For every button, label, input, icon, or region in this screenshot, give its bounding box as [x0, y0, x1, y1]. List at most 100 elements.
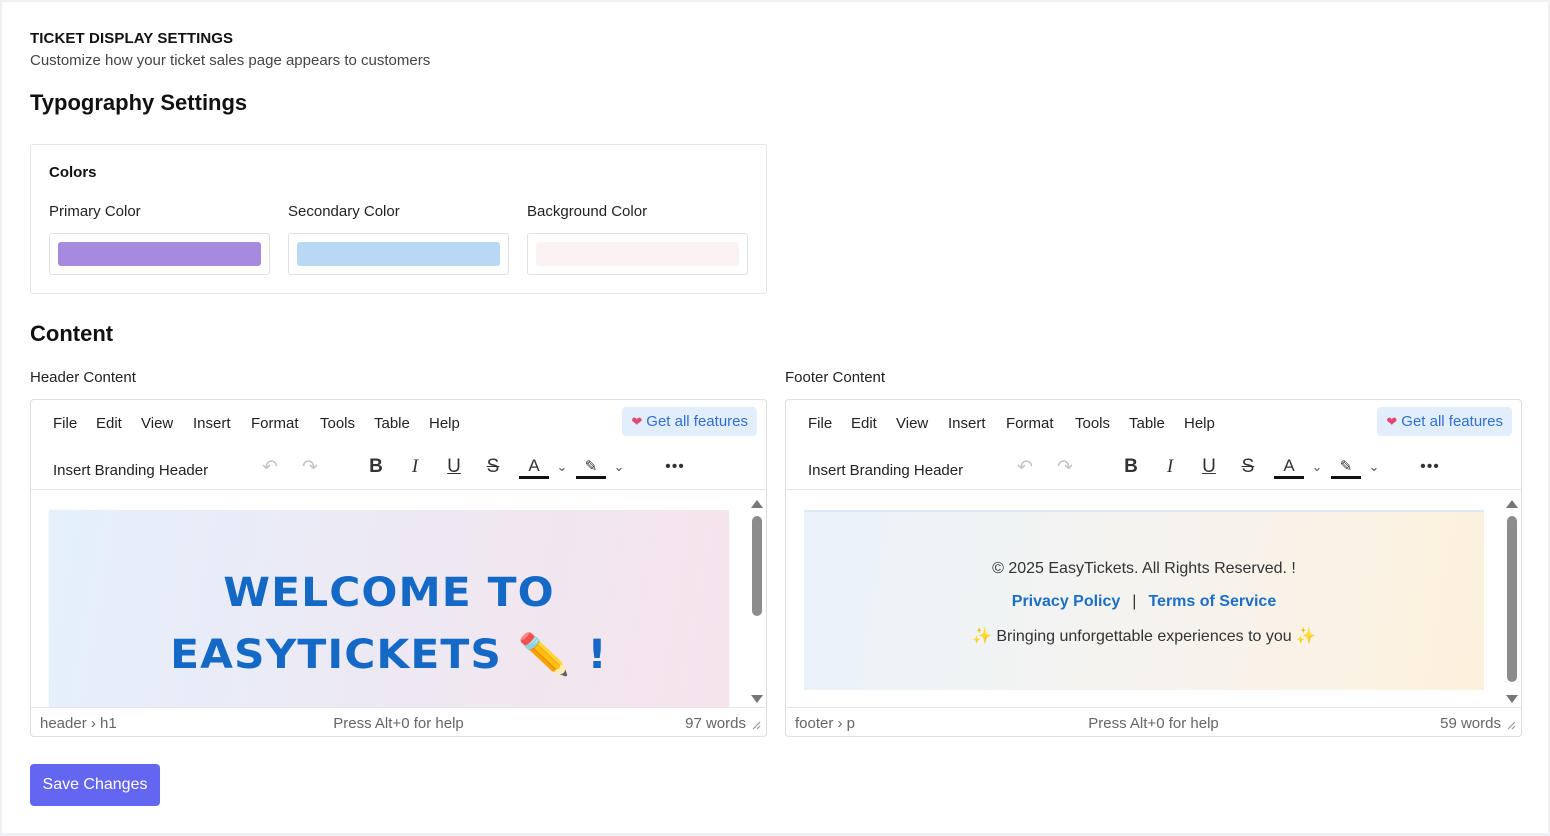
- menu-file[interactable]: File: [808, 415, 832, 432]
- background-color-label: Background Color: [527, 203, 648, 220]
- background-color-swatch: [536, 242, 739, 266]
- secondary-color-label: Secondary Color: [288, 203, 400, 220]
- editor-content[interactable]: © 2025 EasyTickets. All Rights Reserved.…: [786, 490, 1506, 707]
- element-path[interactable]: header › h1: [40, 715, 117, 732]
- scroll-thumb[interactable]: [752, 516, 762, 616]
- secondary-color-picker[interactable]: [288, 233, 509, 275]
- menu-view[interactable]: View: [896, 415, 928, 432]
- editor-toolbar: Insert Branding Header ↶ ↷ B I U S A ⌄ ✎…: [786, 446, 1521, 490]
- menu-table[interactable]: Table: [1129, 415, 1165, 432]
- menu-tools[interactable]: Tools: [320, 415, 355, 432]
- undo-icon[interactable]: ↶: [1010, 452, 1040, 482]
- get-all-features-label: Get all features: [646, 413, 748, 430]
- block-dropdown[interactable]: Insert Branding Header: [808, 462, 963, 479]
- colors-title: Colors: [49, 164, 97, 181]
- menu-help[interactable]: Help: [429, 415, 460, 432]
- more-icon[interactable]: •••: [660, 452, 690, 482]
- word-count[interactable]: 59 words: [1440, 715, 1501, 732]
- underline-icon[interactable]: U: [1194, 452, 1224, 482]
- redo-icon[interactable]: ↷: [295, 452, 325, 482]
- menu-file[interactable]: File: [53, 415, 77, 432]
- element-path[interactable]: footer › p: [795, 715, 855, 732]
- menu-tools[interactable]: Tools: [1075, 415, 1110, 432]
- block-dropdown[interactable]: Insert Branding Header: [53, 462, 208, 479]
- hero-title-line2: EASYTICKETS ✏️ !: [170, 632, 608, 678]
- chevron-down-icon[interactable]: ⌄: [611, 452, 627, 482]
- heart-icon: ❤: [1386, 413, 1398, 429]
- resize-handle-icon[interactable]: [751, 720, 761, 730]
- get-all-features-label: Get all features: [1401, 413, 1503, 430]
- footer-links: Privacy Policy | Terms of Service: [804, 593, 1484, 611]
- header-content-label: Header Content: [30, 369, 136, 386]
- editor-statusbar: Press Alt+0 for help footer › p 59 words: [786, 707, 1521, 736]
- primary-color-swatch: [58, 242, 261, 266]
- menu-format[interactable]: Format: [251, 415, 299, 432]
- scroll-up-icon[interactable]: [1506, 500, 1518, 508]
- scroll-down-icon[interactable]: [751, 695, 763, 703]
- primary-color-picker[interactable]: [49, 233, 270, 275]
- menu-insert[interactable]: Insert: [193, 415, 231, 432]
- italic-icon[interactable]: I: [1155, 452, 1185, 482]
- hero-title-line1: WELCOME TO: [223, 570, 555, 616]
- more-icon[interactable]: •••: [1415, 452, 1445, 482]
- colors-card: Colors Primary Color Secondary Color Bac…: [30, 144, 767, 294]
- content-heading: Content: [30, 321, 114, 346]
- bold-icon[interactable]: B: [1116, 452, 1146, 482]
- text-color-icon[interactable]: A: [519, 455, 549, 479]
- text-color-icon[interactable]: A: [1274, 455, 1304, 479]
- undo-icon[interactable]: ↶: [255, 452, 285, 482]
- scroll-down-icon[interactable]: [1506, 695, 1518, 703]
- highlight-icon[interactable]: ✎: [1331, 455, 1361, 479]
- sparkle-icon: ✨: [1296, 628, 1317, 645]
- settings-page: TICKET DISPLAY SETTINGS Customize how yo…: [2, 2, 1548, 833]
- word-count[interactable]: 97 words: [685, 715, 746, 732]
- editor-content[interactable]: WELCOME TO EASYTICKETS ✏️ !: [31, 490, 751, 707]
- resize-handle-icon[interactable]: [1506, 720, 1516, 730]
- menu-insert[interactable]: Insert: [948, 415, 986, 432]
- menu-edit[interactable]: Edit: [851, 415, 877, 432]
- chevron-down-icon[interactable]: ⌄: [1309, 452, 1325, 482]
- section-subtitle: Customize how your ticket sales page app…: [30, 52, 431, 69]
- typography-heading: Typography Settings: [30, 90, 248, 115]
- strikethrough-icon[interactable]: S: [1233, 452, 1263, 482]
- section-title: TICKET DISPLAY SETTINGS: [30, 30, 234, 47]
- menu-help[interactable]: Help: [1184, 415, 1215, 432]
- get-all-features-button[interactable]: ❤ Get all features: [622, 407, 757, 436]
- bold-icon[interactable]: B: [361, 452, 391, 482]
- help-hint: Press Alt+0 for help: [1088, 715, 1219, 732]
- editor-scrollbar[interactable]: [748, 492, 766, 707]
- save-changes-button[interactable]: Save Changes: [30, 764, 160, 806]
- get-all-features-button[interactable]: ❤ Get all features: [1377, 407, 1512, 436]
- scroll-up-icon[interactable]: [751, 500, 763, 508]
- underline-icon[interactable]: U: [439, 452, 469, 482]
- editor-scrollbar[interactable]: [1503, 492, 1521, 707]
- italic-icon[interactable]: I: [400, 452, 430, 482]
- footer-tagline: ✨ Bringing unforgettable experiences to …: [804, 626, 1484, 646]
- hero-title: WELCOME TO EASYTICKETS ✏️ !: [31, 562, 749, 686]
- tagline-text: Bringing unforgettable experiences to yo…: [996, 628, 1292, 645]
- menu-edit[interactable]: Edit: [96, 415, 122, 432]
- privacy-policy-link[interactable]: Privacy Policy: [1012, 593, 1121, 610]
- redo-icon[interactable]: ↷: [1050, 452, 1080, 482]
- footer-preview: © 2025 EasyTickets. All Rights Reserved.…: [804, 510, 1484, 690]
- editor-menubar: File Edit View Insert Format Tools Table…: [786, 400, 1521, 446]
- chevron-down-icon[interactable]: ⌄: [554, 452, 570, 482]
- link-separator: |: [1132, 593, 1137, 610]
- highlight-icon[interactable]: ✎: [576, 455, 606, 479]
- copyright-text: © 2025 EasyTickets. All Rights Reserved.…: [992, 560, 1296, 577]
- background-color-picker[interactable]: [527, 233, 748, 275]
- menu-table[interactable]: Table: [374, 415, 410, 432]
- sparkle-icon: ✨: [971, 628, 992, 645]
- help-hint: Press Alt+0 for help: [333, 715, 464, 732]
- editor-toolbar: Insert Branding Header ↶ ↷ B I U S A ⌄ ✎…: [31, 446, 766, 490]
- terms-of-service-link[interactable]: Terms of Service: [1148, 593, 1276, 610]
- chevron-down-icon[interactable]: ⌄: [1366, 452, 1382, 482]
- menu-view[interactable]: View: [141, 415, 173, 432]
- menu-format[interactable]: Format: [1006, 415, 1054, 432]
- strikethrough-icon[interactable]: S: [478, 452, 508, 482]
- primary-color-label: Primary Color: [49, 203, 141, 220]
- secondary-color-swatch: [297, 242, 500, 266]
- editor-statusbar: Press Alt+0 for help header › h1 97 word…: [31, 707, 766, 736]
- editor-menubar: File Edit View Insert Format Tools Table…: [31, 400, 766, 446]
- scroll-thumb[interactable]: [1507, 516, 1517, 682]
